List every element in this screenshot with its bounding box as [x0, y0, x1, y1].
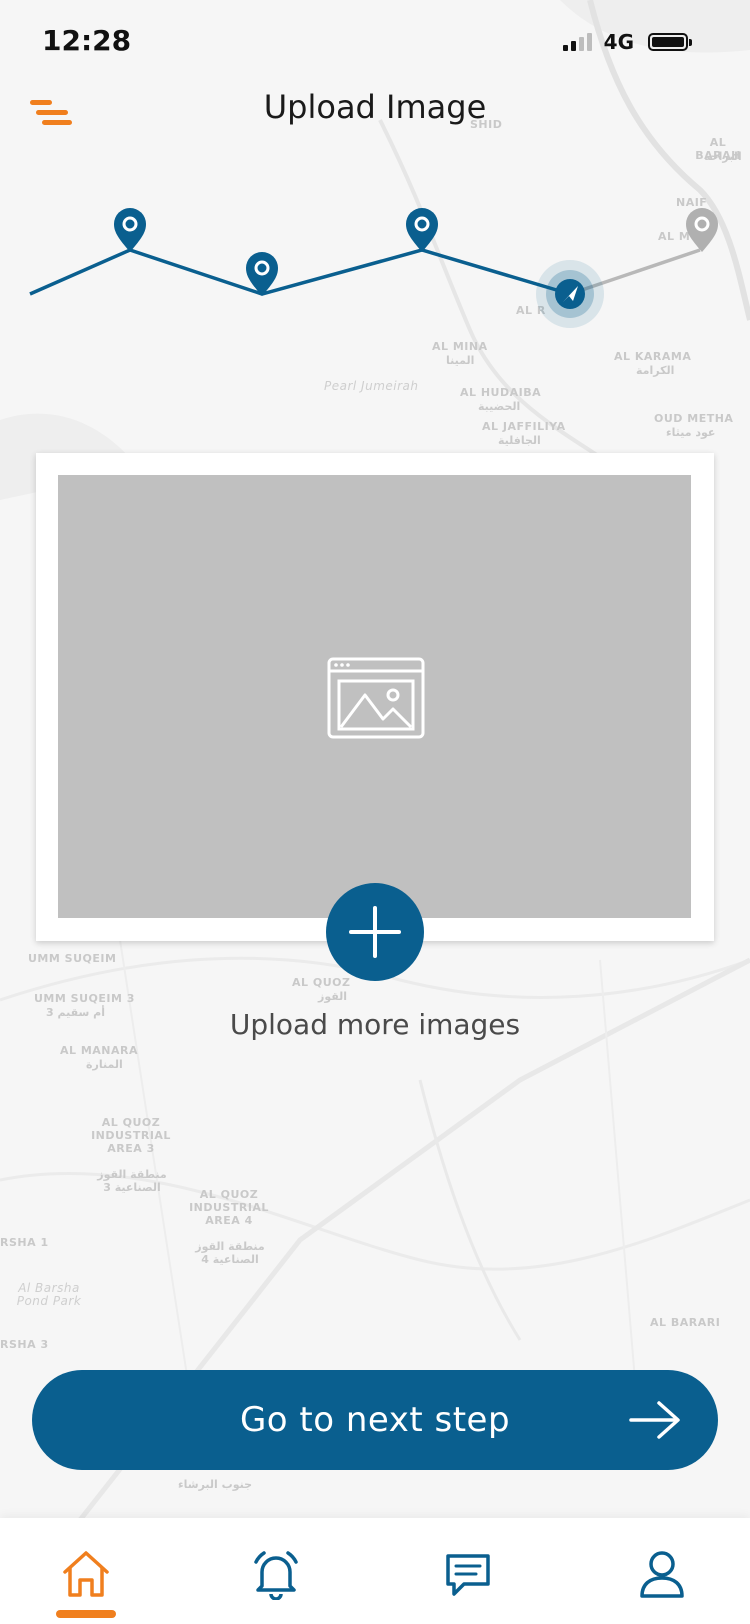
status-indicators: 4G — [562, 30, 692, 54]
map-label: AL QUOZ INDUSTRIAL AREA 4 — [189, 1188, 269, 1227]
tab-bar — [0, 1518, 750, 1624]
map-label: AL BARARI — [650, 1316, 721, 1329]
map-label: القوز — [318, 990, 348, 1003]
map-label: Pearl Jumeirah — [324, 379, 419, 393]
tab-profile[interactable] — [612, 1518, 712, 1624]
status-bar: 12:28 4G — [0, 0, 750, 80]
map-label: الكرامة — [636, 364, 675, 377]
map-label: جنوب البرشاء — [178, 1478, 253, 1491]
step-pin-inactive-icon — [686, 208, 718, 252]
battery-icon — [648, 33, 692, 51]
tab-active-indicator — [56, 1610, 116, 1618]
map-label: UMM SUQEIM — [28, 952, 117, 965]
map-label: Al Barsha Pond Park — [16, 1281, 82, 1308]
step-pin-icon — [114, 208, 146, 252]
tab-notifications[interactable] — [226, 1518, 326, 1624]
bell-icon — [254, 1551, 298, 1600]
map-label: RSHA 1 — [0, 1236, 49, 1249]
signal-icon — [562, 33, 592, 51]
current-location-icon — [536, 260, 604, 328]
map-label: عود ميثاء — [666, 426, 716, 439]
upload-card — [36, 453, 714, 941]
map-label: OUD METHA — [654, 412, 734, 425]
map-label: AL MINA — [432, 340, 488, 353]
chat-icon — [446, 1554, 490, 1596]
network-label: 4G — [603, 30, 634, 54]
arrow-right-icon — [629, 1401, 680, 1439]
tab-home[interactable] — [36, 1518, 136, 1624]
next-step-label: Go to next step — [239, 1400, 511, 1440]
map-label: AL MANARA — [60, 1044, 139, 1057]
upload-more-label[interactable]: Upload more images — [0, 1008, 750, 1041]
map-label: المينا — [446, 354, 475, 367]
step-pin-icon — [406, 208, 438, 252]
progress-route — [29, 208, 718, 328]
map-label: منطقة القوز الصناعية 3 — [97, 1168, 167, 1194]
map-label: الجافلية — [498, 434, 541, 447]
status-time: 12:28 — [42, 24, 132, 57]
home-icon — [63, 1551, 109, 1597]
map-label: منطقة القوز الصناعية 4 — [195, 1240, 265, 1266]
page-title: Upload Image — [263, 88, 487, 126]
map-label: AL JAFFILIYA — [482, 420, 566, 433]
map-label: البراحة — [704, 150, 742, 163]
map-label: AL HUDAIBA — [460, 386, 542, 399]
map-label: AL QUOZ INDUSTRIAL AREA 3 — [91, 1116, 171, 1155]
next-step-button[interactable]: Go to next step — [32, 1370, 718, 1470]
map-label: الحضيبة — [478, 400, 521, 413]
image-placeholder[interactable] — [58, 475, 691, 918]
tab-messages[interactable] — [418, 1518, 518, 1624]
map-label: AL KARAMA — [614, 350, 692, 363]
map-label: RSHA 3 — [0, 1338, 49, 1351]
user-icon — [640, 1551, 684, 1598]
map-label: المنارة — [86, 1058, 123, 1071]
image-icon — [327, 657, 425, 739]
plus-icon — [349, 906, 401, 958]
add-image-button[interactable] — [326, 883, 424, 981]
map-label: UMM SUQEIM 3 — [34, 992, 135, 1005]
